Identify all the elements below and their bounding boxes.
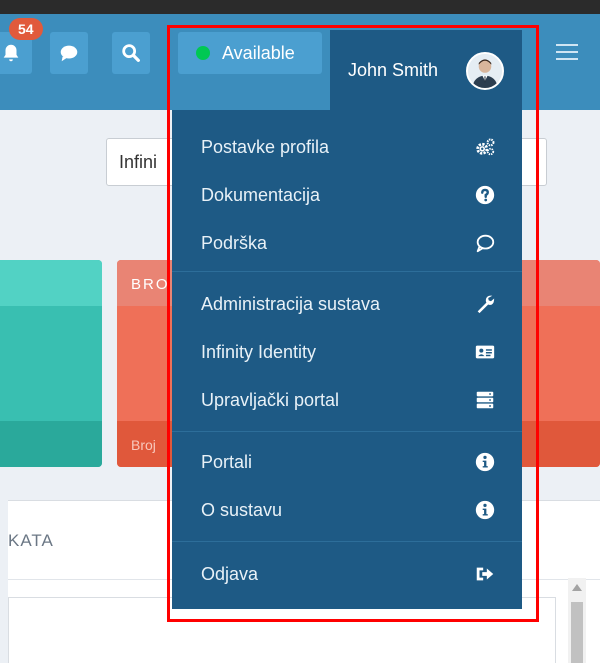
cogs-icon <box>476 138 495 156</box>
wrench-icon <box>477 295 495 314</box>
info-circle-icon <box>475 500 495 520</box>
chat-icon <box>60 45 78 62</box>
scroll-thumb[interactable] <box>571 602 583 663</box>
stat-card-footer: Broj <box>131 437 156 453</box>
stat-card-teal <box>0 260 102 467</box>
notifications-badge: 54 <box>9 18 43 40</box>
scrollbar[interactable] <box>568 578 586 663</box>
search-icon <box>122 44 140 62</box>
user-avatar <box>466 52 504 90</box>
menu-item-label: Dokumentacija <box>201 184 321 205</box>
info-circle-icon <box>475 452 495 472</box>
menu-item-label: Portali <box>201 451 253 472</box>
id-card-icon <box>475 345 495 359</box>
stat-card-title: BRO <box>131 276 170 293</box>
menu-item-label: Infinity Identity <box>201 341 317 362</box>
menu-item-portals[interactable]: Portali <box>172 438 522 486</box>
panel-title: KATA <box>8 531 54 550</box>
menu-item-label: Podrška <box>201 232 268 253</box>
bell-icon <box>3 44 19 62</box>
menu-item-system-administration[interactable]: Administracija sustava <box>172 280 522 328</box>
search-input-value: Infini <box>119 152 158 172</box>
avatar-person-icon <box>468 54 502 88</box>
menu-item-management-portal[interactable]: Upravljački portal <box>172 376 522 424</box>
menu-item-label: O sustavu <box>201 499 283 520</box>
user-dropdown-menu: Postavke profila Dokumentacija Podrška A… <box>172 110 522 609</box>
menu-item-about-system[interactable]: O sustavu <box>172 486 522 534</box>
chat-bubble-icon <box>476 234 495 253</box>
menu-item-label: Upravljački portal <box>201 389 340 410</box>
question-circle-icon <box>475 185 495 205</box>
top-strip <box>0 0 600 14</box>
scroll-up-arrow-icon[interactable] <box>572 584 582 591</box>
menu-item-label: Administracija sustava <box>201 293 381 314</box>
menu-item-logout[interactable]: Odjava <box>172 550 522 598</box>
sidebar-toggle-icon[interactable] <box>556 44 578 60</box>
status-label: Available <box>222 42 295 63</box>
menu-item-label: Postavke profila <box>201 136 330 157</box>
menu-item-support[interactable]: Podrška <box>172 219 522 267</box>
menu-item-documentation[interactable]: Dokumentacija <box>172 171 522 219</box>
search-button[interactable] <box>112 32 150 74</box>
online-status-dot <box>196 46 210 60</box>
server-icon <box>476 391 494 409</box>
user-menu-button[interactable]: John Smith <box>330 30 522 110</box>
user-name: John Smith <box>348 60 439 80</box>
menu-item-infinity-identity[interactable]: Infinity Identity <box>172 328 522 376</box>
menu-item-profile-settings[interactable]: Postavke profila <box>172 123 522 171</box>
menu-item-label: Odjava <box>201 563 259 584</box>
messages-button[interactable] <box>50 32 88 74</box>
sign-out-icon <box>476 567 494 581</box>
status-button[interactable]: Available <box>178 32 322 74</box>
